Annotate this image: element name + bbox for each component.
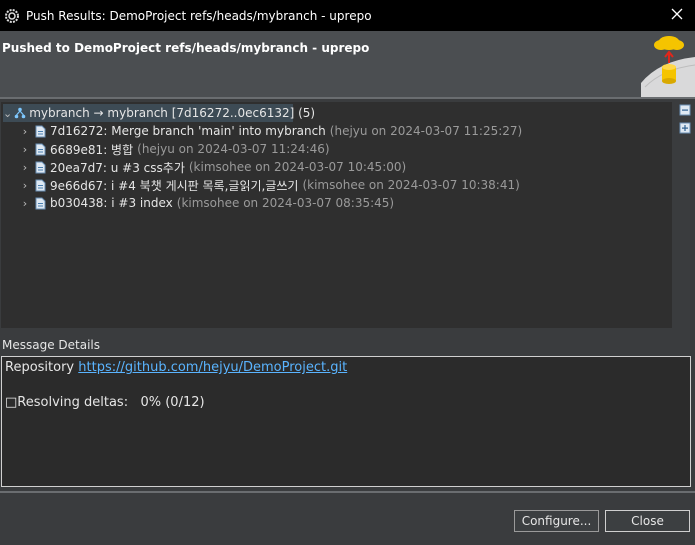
close-button-label: Close bbox=[631, 514, 664, 528]
commit-row[interactable]: › b030438: i #3 index (kimsohee on 2024-… bbox=[19, 194, 394, 212]
commit-meta: (hejyu on 2024-03-07 11:25:27) bbox=[329, 124, 523, 138]
push-results-tree[interactable]: ⌄ mybranch → mybranch [7d16272..0ec6132]… bbox=[1, 102, 672, 328]
commit-icon bbox=[33, 142, 47, 156]
commit-row[interactable]: › 20ea7d7: u #3 css추가 (kimsohee on 2024-… bbox=[19, 158, 406, 176]
commit-message: 20ea7d7: u #3 css추가 bbox=[50, 160, 185, 175]
commit-icon bbox=[33, 124, 47, 138]
chevron-right-icon[interactable]: › bbox=[19, 161, 31, 174]
close-button[interactable]: Close bbox=[605, 510, 690, 532]
footer-separator bbox=[0, 491, 695, 493]
branch-label: mybranch → mybranch [7d16272..0ec6132] (… bbox=[29, 106, 316, 120]
collapse-all-icon[interactable] bbox=[679, 104, 693, 118]
cloud-push-icon bbox=[639, 31, 695, 97]
configure-button-label: Configure... bbox=[521, 514, 592, 528]
branch-icon bbox=[14, 106, 26, 120]
progress-text: □Resolving deltas: 0% (0/12) bbox=[5, 395, 205, 410]
tree-toolbar bbox=[679, 104, 693, 140]
commit-message: 6689e81: 병합 bbox=[50, 142, 134, 157]
dialog-header: Pushed to DemoProject refs/heads/mybranc… bbox=[0, 31, 695, 97]
commit-meta: (kimsohee on 2024-03-07 10:38:41) bbox=[302, 178, 520, 192]
commit-icon bbox=[33, 178, 47, 192]
chevron-right-icon[interactable]: › bbox=[19, 143, 31, 156]
chevron-down-icon[interactable]: ⌄ bbox=[3, 107, 12, 120]
header-separator bbox=[0, 97, 695, 99]
message-details-label: Message Details bbox=[2, 338, 101, 352]
commit-message: 7d16272: Merge branch 'main' into mybran… bbox=[50, 124, 326, 138]
tree-root-branch[interactable]: ⌄ mybranch → mybranch [7d16272..0ec6132]… bbox=[3, 104, 315, 122]
chevron-right-icon[interactable]: › bbox=[19, 197, 31, 210]
title-bar: Push Results: DemoProject refs/heads/myb… bbox=[0, 0, 695, 31]
window-title: Push Results: DemoProject refs/heads/myb… bbox=[26, 8, 372, 23]
commit-row[interactable]: › 6689e81: 병합 (hejyu on 2024-03-07 11:24… bbox=[19, 140, 330, 158]
expand-all-icon[interactable] bbox=[679, 122, 693, 136]
gear-icon bbox=[4, 8, 20, 24]
commit-icon bbox=[33, 160, 47, 174]
repository-prefix: Repository bbox=[5, 360, 75, 375]
commit-icon bbox=[33, 196, 47, 210]
commit-row[interactable]: › 7d16272: Merge branch 'main' into mybr… bbox=[19, 122, 522, 140]
chevron-right-icon[interactable]: › bbox=[19, 179, 31, 192]
commit-message: 9e66d67: i #4 북챗 게시판 목록,글읽기,글쓰기 bbox=[50, 178, 299, 193]
close-icon[interactable] bbox=[667, 4, 687, 24]
commit-meta: (kimsohee on 2024-03-07 10:45:00) bbox=[188, 160, 407, 174]
chevron-right-icon[interactable]: › bbox=[19, 125, 31, 138]
commit-row[interactable]: › 9e66d67: i #4 북챗 게시판 목록,글읽기,글쓰기 (kimso… bbox=[19, 176, 520, 194]
repository-line: Repository https://github.com/hejyu/Demo… bbox=[5, 360, 347, 375]
commit-message: b030438: i #3 index bbox=[50, 196, 173, 210]
message-details-box[interactable]: Repository https://github.com/hejyu/Demo… bbox=[1, 356, 691, 487]
header-title: Pushed to DemoProject refs/heads/mybranc… bbox=[2, 41, 370, 55]
commit-meta: (kimsohee on 2024-03-07 08:35:45) bbox=[176, 196, 395, 210]
commit-meta: (hejyu on 2024-03-07 11:24:46) bbox=[137, 142, 330, 156]
configure-button[interactable]: Configure... bbox=[514, 510, 599, 532]
repository-link[interactable]: https://github.com/hejyu/DemoProject.git bbox=[78, 360, 347, 375]
